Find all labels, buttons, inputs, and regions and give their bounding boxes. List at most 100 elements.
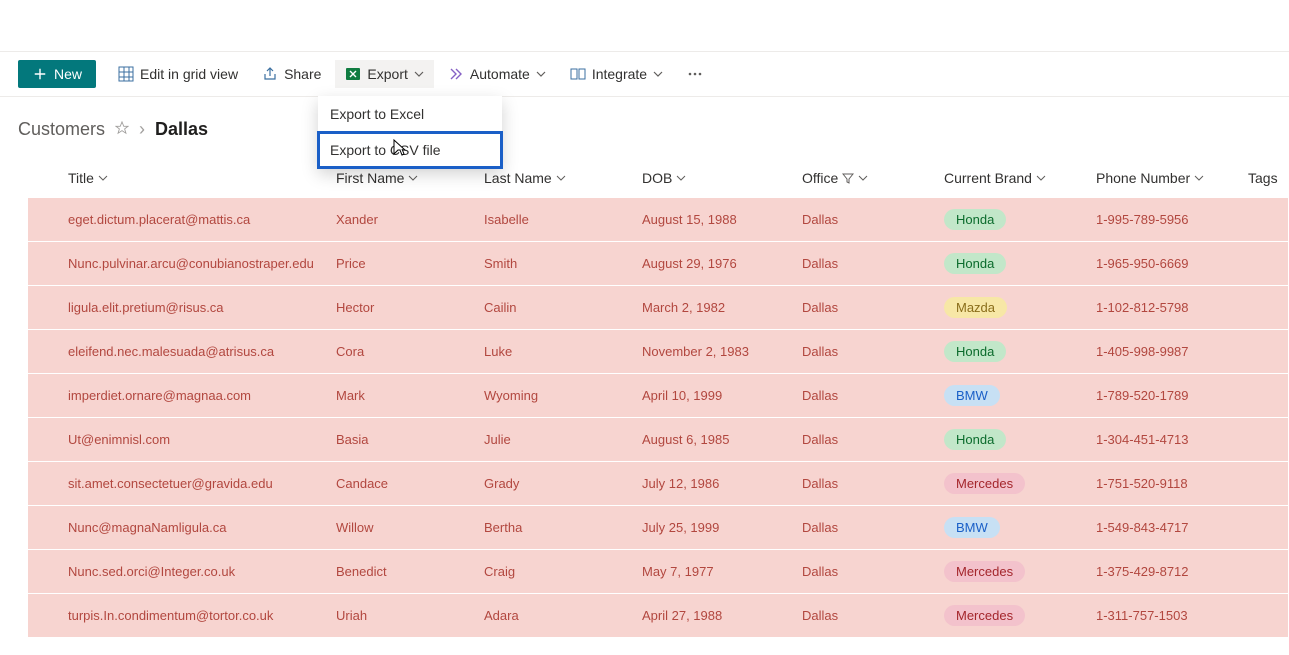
cell-office: Dallas bbox=[794, 506, 936, 550]
cell-dob: July 25, 1999 bbox=[634, 506, 794, 550]
cell-title[interactable]: Nunc.pulvinar.arcu@conubianostraper.edu bbox=[28, 242, 328, 286]
header-row: Title First Name Last Name DOB Office Cu… bbox=[28, 160, 1288, 198]
brand-pill: Honda bbox=[944, 341, 1006, 362]
plus-icon bbox=[32, 66, 48, 82]
table-row[interactable]: ligula.elit.pretium@risus.caHectorCailin… bbox=[28, 286, 1288, 330]
brand-pill: Honda bbox=[944, 429, 1006, 450]
cell-tags bbox=[1240, 330, 1288, 374]
table-row[interactable]: sit.amet.consectetuer@gravida.eduCandace… bbox=[28, 462, 1288, 506]
breadcrumb: Customers › Dallas bbox=[0, 97, 1289, 160]
ellipsis-icon bbox=[687, 66, 703, 82]
cell-office: Dallas bbox=[794, 462, 936, 506]
cell-tags bbox=[1240, 374, 1288, 418]
cell-title[interactable]: Nunc@magnaNamligula.ca bbox=[28, 506, 328, 550]
cell-title[interactable]: Nunc.sed.orci@Integer.co.uk bbox=[28, 550, 328, 594]
filter-icon bbox=[842, 172, 854, 184]
brand-pill: Mazda bbox=[944, 297, 1007, 318]
integrate-label: Integrate bbox=[592, 66, 647, 82]
col-tags-header[interactable]: Tags bbox=[1240, 160, 1288, 198]
cell-title[interactable]: eleifend.nec.malesuada@atrisus.ca bbox=[28, 330, 328, 374]
cell-dob: March 2, 1982 bbox=[634, 286, 794, 330]
cell-dob: August 6, 1985 bbox=[634, 418, 794, 462]
cell-brand: BMW bbox=[936, 506, 1088, 550]
cell-lastname: Julie bbox=[476, 418, 634, 462]
cell-office: Dallas bbox=[794, 418, 936, 462]
cell-firstname: Candace bbox=[328, 462, 476, 506]
cell-title[interactable]: eget.dictum.placerat@mattis.ca bbox=[28, 198, 328, 242]
cell-title[interactable]: sit.amet.consectetuer@gravida.edu bbox=[28, 462, 328, 506]
share-label: Share bbox=[284, 66, 321, 82]
table-row[interactable]: eleifend.nec.malesuada@atrisus.caCoraLuk… bbox=[28, 330, 1288, 374]
edit-grid-button[interactable]: Edit in grid view bbox=[108, 60, 248, 88]
new-button[interactable]: New bbox=[18, 60, 96, 88]
grid-icon bbox=[118, 66, 134, 82]
cell-dob: August 15, 1988 bbox=[634, 198, 794, 242]
share-icon bbox=[262, 66, 278, 82]
overflow-button[interactable] bbox=[677, 60, 713, 88]
brand-pill: Honda bbox=[944, 253, 1006, 274]
brand-pill: Mercedes bbox=[944, 605, 1025, 626]
table-row[interactable]: Nunc@magnaNamligula.caWillowBerthaJuly 2… bbox=[28, 506, 1288, 550]
brand-pill: Mercedes bbox=[944, 561, 1025, 582]
cell-title[interactable]: turpis.In.condimentum@tortor.co.uk bbox=[28, 594, 328, 638]
cell-phone: 1-789-520-1789 bbox=[1088, 374, 1240, 418]
table-row[interactable]: Ut@enimnisl.comBasiaJulieAugust 6, 1985D… bbox=[28, 418, 1288, 462]
cell-title[interactable]: imperdiet.ornare@magnaa.com bbox=[28, 374, 328, 418]
cell-tags bbox=[1240, 506, 1288, 550]
view-name[interactable]: Dallas bbox=[155, 119, 208, 140]
table-row[interactable]: Nunc.pulvinar.arcu@conubianostraper.eduP… bbox=[28, 242, 1288, 286]
cell-phone: 1-405-998-9987 bbox=[1088, 330, 1240, 374]
cell-tags bbox=[1240, 418, 1288, 462]
table-row[interactable]: turpis.In.condimentum@tortor.co.ukUriahA… bbox=[28, 594, 1288, 638]
cell-firstname: Hector bbox=[328, 286, 476, 330]
cell-title[interactable]: ligula.elit.pretium@risus.ca bbox=[28, 286, 328, 330]
cell-office: Dallas bbox=[794, 594, 936, 638]
cell-tags bbox=[1240, 594, 1288, 638]
list-name[interactable]: Customers bbox=[18, 119, 105, 140]
cell-office: Dallas bbox=[794, 330, 936, 374]
cell-title[interactable]: Ut@enimnisl.com bbox=[28, 418, 328, 462]
integrate-button[interactable]: Integrate bbox=[560, 60, 673, 88]
cell-firstname: Uriah bbox=[328, 594, 476, 638]
favorite-star-icon[interactable] bbox=[115, 119, 129, 140]
cell-brand: Mercedes bbox=[936, 594, 1088, 638]
table-row[interactable]: eget.dictum.placerat@mattis.caXanderIsab… bbox=[28, 198, 1288, 242]
cursor-icon bbox=[392, 138, 408, 161]
integrate-icon bbox=[570, 66, 586, 82]
export-to-excel-item[interactable]: Export to Excel bbox=[318, 96, 502, 132]
col-phone-header[interactable]: Phone Number bbox=[1088, 160, 1240, 198]
excel-icon bbox=[345, 66, 361, 82]
col-dob-header[interactable]: DOB bbox=[634, 160, 794, 198]
chevron-down-icon bbox=[536, 69, 546, 79]
export-button[interactable]: Export bbox=[335, 60, 433, 88]
cell-phone: 1-375-429-8712 bbox=[1088, 550, 1240, 594]
export-to-csv-item[interactable]: Export to CSV file bbox=[318, 132, 502, 168]
new-button-label: New bbox=[54, 66, 82, 82]
chevron-down-icon bbox=[653, 69, 663, 79]
share-button[interactable]: Share bbox=[252, 60, 331, 88]
cell-lastname: Bertha bbox=[476, 506, 634, 550]
automate-button[interactable]: Automate bbox=[438, 60, 556, 88]
edit-grid-label: Edit in grid view bbox=[140, 66, 238, 82]
table-row[interactable]: imperdiet.ornare@magnaa.comMarkWyomingAp… bbox=[28, 374, 1288, 418]
cell-lastname: Adara bbox=[476, 594, 634, 638]
table-container: Title First Name Last Name DOB Office Cu… bbox=[0, 160, 1289, 637]
cell-brand: Mercedes bbox=[936, 550, 1088, 594]
col-office-header[interactable]: Office bbox=[794, 160, 936, 198]
cell-brand: Honda bbox=[936, 330, 1088, 374]
col-title-header[interactable]: Title bbox=[28, 160, 328, 198]
cell-firstname: Price bbox=[328, 242, 476, 286]
cell-phone: 1-995-789-5956 bbox=[1088, 198, 1240, 242]
cell-firstname: Willow bbox=[328, 506, 476, 550]
cell-brand: Honda bbox=[936, 418, 1088, 462]
cell-firstname: Xander bbox=[328, 198, 476, 242]
cell-lastname: Grady bbox=[476, 462, 634, 506]
cell-office: Dallas bbox=[794, 374, 936, 418]
cell-tags bbox=[1240, 550, 1288, 594]
table-row[interactable]: Nunc.sed.orci@Integer.co.ukBenedictCraig… bbox=[28, 550, 1288, 594]
col-brand-header[interactable]: Current Brand bbox=[936, 160, 1088, 198]
cell-phone: 1-751-520-9118 bbox=[1088, 462, 1240, 506]
cell-dob: May 7, 1977 bbox=[634, 550, 794, 594]
cell-tags bbox=[1240, 198, 1288, 242]
cell-lastname: Smith bbox=[476, 242, 634, 286]
